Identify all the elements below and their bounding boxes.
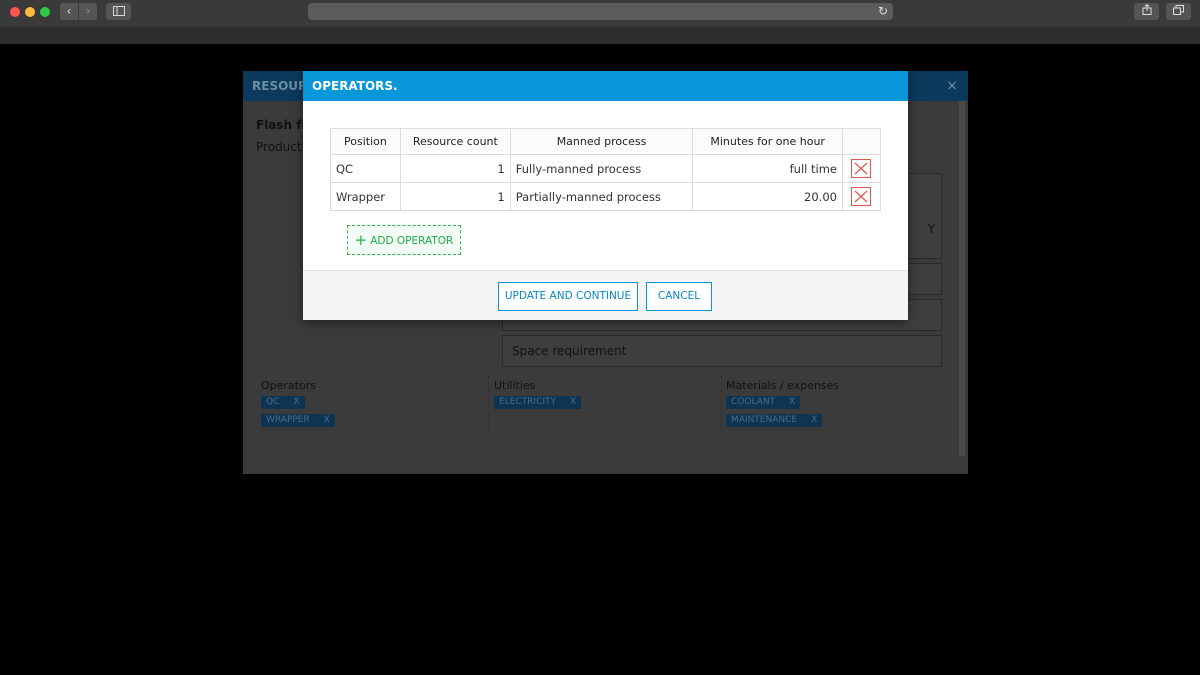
delete-cell [841, 182, 882, 211]
material-tag-coolant[interactable]: COOLANT X [726, 396, 801, 409]
reload-icon[interactable]: ↻ [878, 3, 888, 20]
update-and-continue-button[interactable]: UPDATE AND CONTINUE [498, 282, 638, 311]
column-header-manned-process: Manned process [509, 128, 694, 155]
cancel-button[interactable]: CANCEL [646, 282, 712, 311]
column-header-minutes: Minutes for one hour [692, 128, 843, 155]
add-operator-button[interactable]: + ADD OPERATOR [347, 225, 461, 255]
modal-title: OPERATORS. [303, 71, 908, 101]
modal-footer: UPDATE AND CONTINUE CANCEL [303, 270, 908, 320]
table-row: Wrapper 1 Partially-manned process 20.00 [330, 182, 882, 211]
column-divider [721, 376, 722, 436]
background-title: Flash fr [256, 118, 308, 132]
browser-toolbar: ‹ › ↻ [0, 0, 1200, 44]
position-cell[interactable]: Wrapper [330, 182, 401, 211]
table-row: QC 1 Fully-manned process full time [330, 154, 882, 183]
close-icon [855, 162, 868, 175]
window-zoom-control[interactable] [40, 7, 50, 17]
chevron-left-icon[interactable]: ‹ [60, 3, 78, 20]
delete-row-button[interactable] [851, 159, 872, 178]
utilities-label: Utilities [494, 379, 536, 392]
manned-process-cell[interactable]: Fully-manned process [509, 154, 694, 183]
share-icon[interactable] [1134, 3, 1159, 20]
table-header-row: Position Resource count Manned process M… [330, 128, 882, 155]
resource-count-cell[interactable]: 1 [399, 182, 511, 211]
delete-row-button[interactable] [851, 187, 872, 206]
operators-table: Position Resource count Manned process M… [330, 128, 882, 211]
delete-cell [841, 154, 882, 183]
position-cell[interactable]: QC [330, 154, 401, 183]
address-bar[interactable]: ↻ [308, 3, 893, 20]
background-subtitle: Producti [256, 140, 305, 154]
operators-modal: OPERATORS. Position Resource count Manne… [303, 71, 908, 320]
minutes-cell[interactable]: full time [692, 154, 843, 183]
column-header-position: Position [330, 128, 401, 155]
plus-icon: + [354, 231, 368, 249]
resource-count-cell[interactable]: 1 [399, 154, 511, 183]
close-icon[interactable]: × [946, 71, 958, 101]
column-header-resource-count: Resource count [399, 128, 511, 155]
window-minimize-control[interactable] [25, 7, 35, 17]
background-scrollbar[interactable] [959, 101, 965, 456]
close-icon [855, 190, 868, 203]
utility-tag-electricity[interactable]: ELECTRICITY X [494, 396, 582, 409]
add-operator-label: ADD OPERATOR [370, 235, 454, 247]
tab-strip [0, 27, 1200, 44]
column-divider [488, 376, 489, 436]
operator-tag-wrapper[interactable]: WRAPPER X [261, 414, 335, 427]
column-header-actions [841, 128, 882, 155]
chevron-right-icon[interactable]: › [79, 3, 97, 20]
sidebar-icon[interactable] [106, 3, 131, 20]
tabs-icon[interactable] [1166, 3, 1191, 20]
operator-tag-qc[interactable]: QC X [261, 396, 305, 409]
space-requirement-field[interactable]: Space requirement [502, 335, 942, 367]
materials-label: Materials / expenses [726, 379, 840, 392]
minutes-cell[interactable]: 20.00 [692, 182, 843, 211]
material-tag-maintenance[interactable]: MAINTENANCE X [726, 414, 823, 427]
operators-label: Operators [261, 379, 316, 392]
window-close-control[interactable] [10, 7, 20, 17]
manned-process-cell[interactable]: Partially-manned process [509, 182, 694, 211]
background-panel-text: Y [927, 222, 935, 236]
